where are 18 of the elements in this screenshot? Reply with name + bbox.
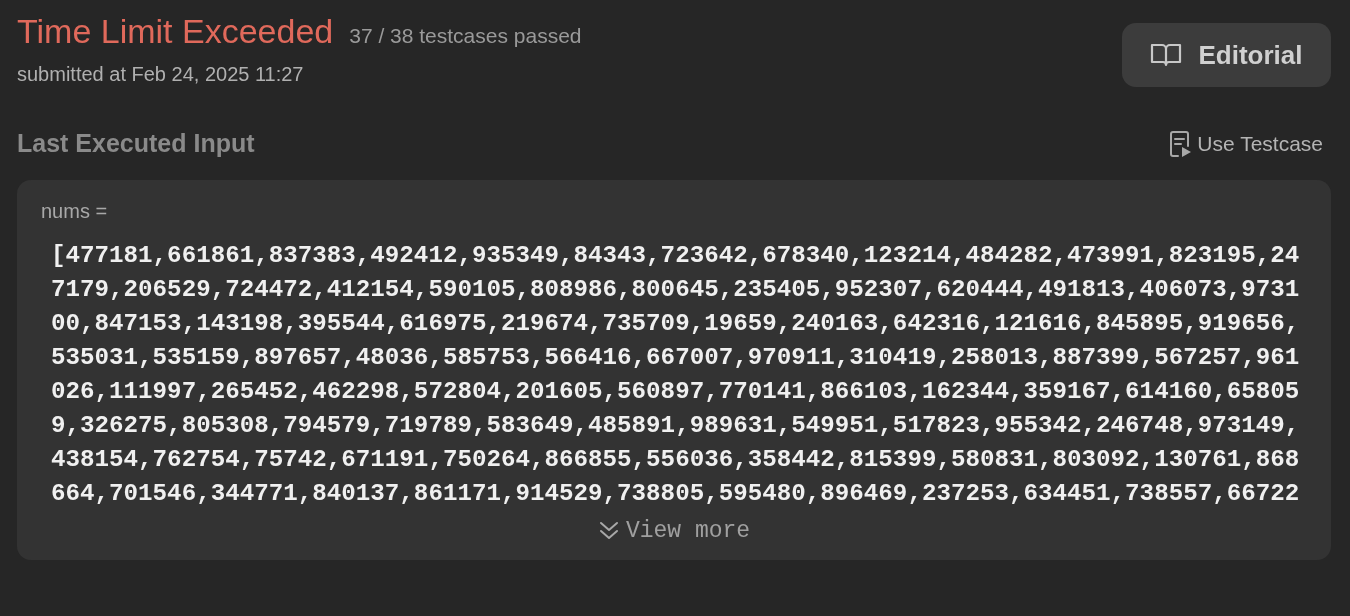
input-line: 00,847153,143198,395544,616975,219674,735709,19659,240163,642316,121616,845895,919656, <box>51 309 1301 339</box>
chevron-down-icon <box>597 520 620 542</box>
passed-count: 37 / 38 testcases passed <box>349 24 582 48</box>
input-line: 026,111997,265452,462298,572804,201605,560897,770141,866103,162344,359167,614160,65805 <box>51 377 1301 407</box>
book-icon <box>1150 43 1183 67</box>
input-line: [477181,661861,837383,492412,935349,84343,723642,678340,123214,484282,473991,823195,24 <box>51 241 1301 271</box>
variable-name: nums = <box>41 200 108 223</box>
view-more-button[interactable]: View more <box>591 517 757 545</box>
submitted-time: submitted at Feb 24, 2025 11:27 <box>17 63 305 86</box>
input-line: 438154,762754,75742,671191,750264,866855,556036,358442,815399,580831,803092,130761,868 <box>51 445 1301 475</box>
input-line: 7179,206529,724472,412154,590105,808986,800645,235405,952307,620444,491813,406073,9731 <box>51 275 1301 305</box>
input-line: 535031,535159,897657,48036,585753,566416,667007,970911,310419,258013,887399,567257,961 <box>51 343 1301 373</box>
use-testcase-button[interactable]: Use Testcase <box>1169 129 1331 158</box>
input-line: 9,326275,805308,794579,719789,583649,485891,989631,549951,517823,955342,246748,973149, <box>51 411 1301 441</box>
input-line: 664,701546,344771,840137,861171,914529,738805,595480,896469,237253,634451,738557,66722 <box>51 479 1301 509</box>
status-title: Time Limit Exceeded <box>17 12 334 51</box>
editorial-button[interactable]: Editorial <box>1122 23 1331 87</box>
section-title: Last Executed Input <box>17 129 255 158</box>
